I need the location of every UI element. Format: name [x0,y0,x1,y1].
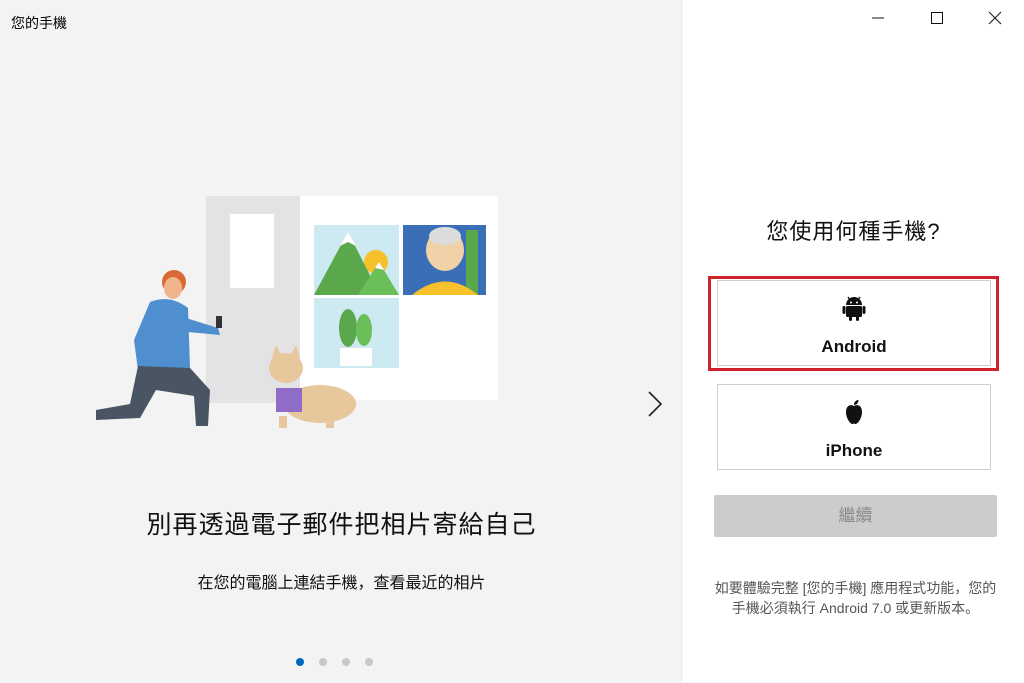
iphone-option-button[interactable]: iPhone [717,384,991,470]
page-dot-1[interactable] [296,658,304,666]
minimize-icon [872,17,884,19]
continue-button[interactable]: 繼續 [714,495,997,537]
maximize-button[interactable] [908,0,966,36]
chevron-right-icon [648,391,663,417]
requirement-note: 如要體驗完整 [您的手機] 應用程式功能，您的手機必須執行 Android 7.… [714,580,997,616]
connect-phone-illustration [96,196,498,428]
page-dot-4[interactable] [365,658,373,666]
onboarding-panel: 您的手機 別再透過電子郵件把相片寄給自己 在您的電腦上連結手機，查看最近的相片 [0,0,683,683]
carousel-headline: 別再透過電子郵件把相片寄給自己 [146,511,537,539]
page-dot-3[interactable] [342,658,350,666]
phone-type-panel: 您使用何種手機? Android iPhone 繼續 如要體驗完整 [您的手機]… [683,0,1024,683]
next-slide-button[interactable] [640,386,670,422]
page-dot-2[interactable] [319,658,327,666]
carousel-pagination [296,658,373,666]
phone-type-question: 您使用何種手機? [766,219,941,244]
android-option-button[interactable]: Android [717,280,991,366]
minimize-button[interactable] [849,0,907,36]
close-icon [988,11,1002,25]
iphone-option-label: iPhone [825,441,883,460]
maximize-icon [931,12,943,24]
carousel-subline: 在您的電腦上連結手機，查看最近的相片 [197,575,486,592]
apple-icon [846,400,862,424]
android-icon [842,296,866,321]
close-button[interactable] [966,0,1024,36]
android-option-label: Android [821,337,887,356]
app-title: 您的手機 [11,15,67,31]
